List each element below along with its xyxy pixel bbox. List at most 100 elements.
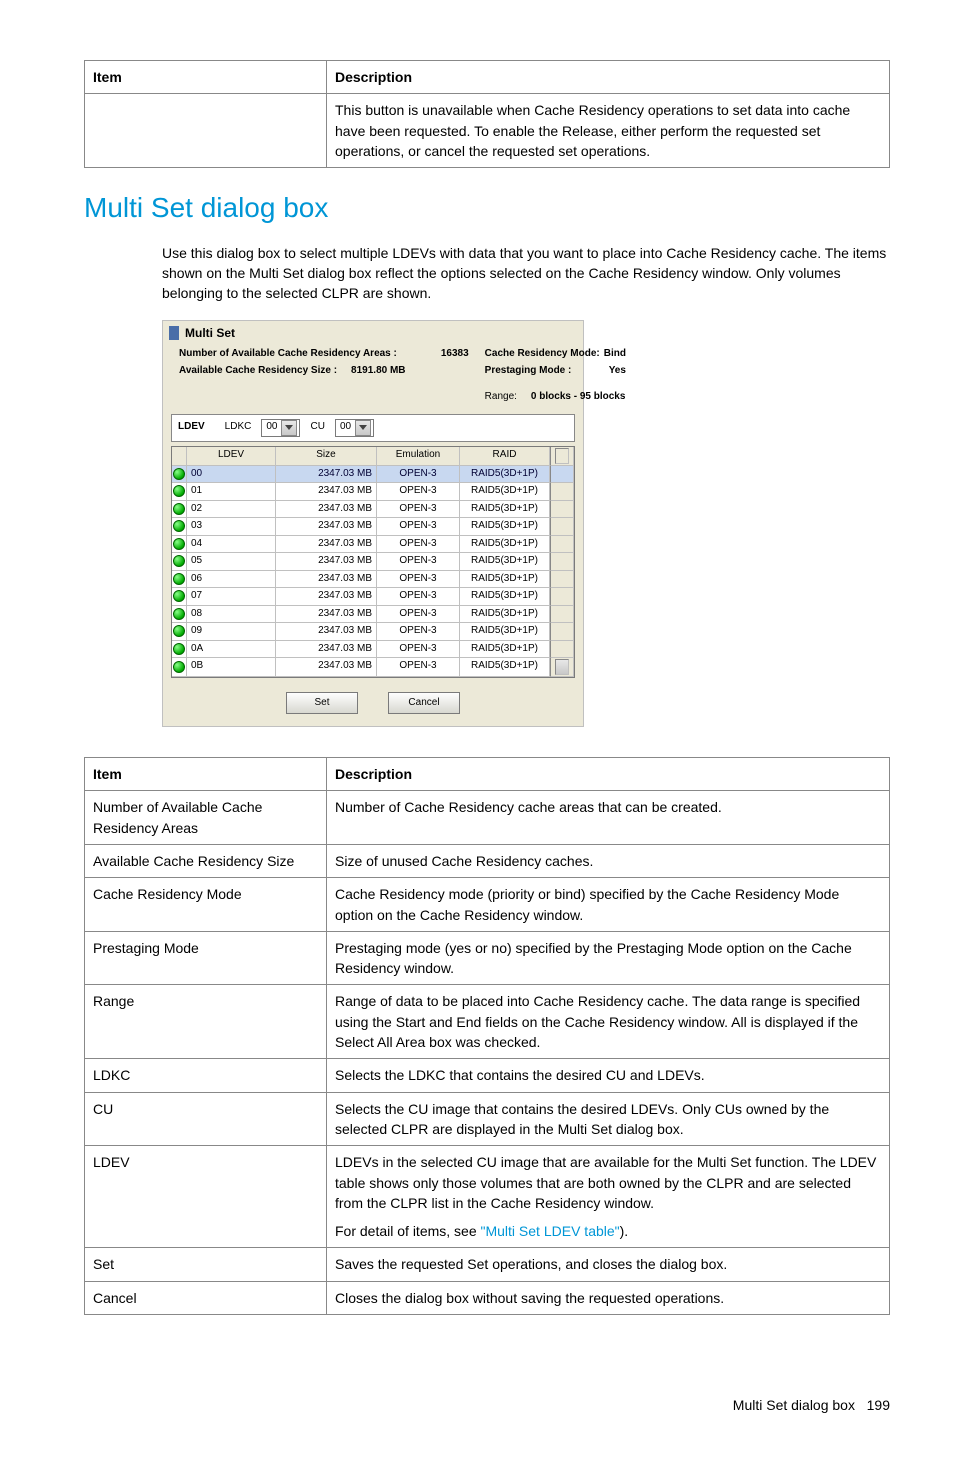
cell-ldev: 05 — [187, 553, 276, 571]
cell-emulation: OPEN-3 — [377, 501, 460, 519]
table-row[interactable]: 0A2347.03 MBOPEN-3RAID5(3D+1P) — [172, 641, 574, 659]
table-row[interactable]: 0B2347.03 MBOPEN-3RAID5(3D+1P) — [172, 658, 574, 677]
cell-raid: RAID5(3D+1P) — [460, 518, 550, 536]
col-size[interactable]: Size — [276, 447, 377, 466]
table-row[interactable]: 052347.03 MBOPEN-3RAID5(3D+1P) — [172, 553, 574, 571]
desc-cell: Prestaging mode (yes or no) specified by… — [327, 931, 890, 985]
th-desc: Description — [327, 61, 890, 94]
table-row[interactable]: 072347.03 MBOPEN-3RAID5(3D+1P) — [172, 588, 574, 606]
cancel-button[interactable]: Cancel — [388, 692, 460, 714]
table-row: LDKCSelects the LDKC that contains the d… — [85, 1059, 890, 1092]
cell-ldev: 0A — [187, 641, 276, 659]
ldev-selector-bar: LDEV LDKC 00 CU 00 — [171, 414, 575, 442]
prestage-label: Prestaging Mode : — [485, 364, 572, 379]
num-areas-label: Number of Available Cache Residency Area… — [179, 347, 397, 362]
table-row[interactable]: 012347.03 MBOPEN-3RAID5(3D+1P) — [172, 483, 574, 501]
mode-value: Bind — [604, 347, 626, 362]
cell-emulation: OPEN-3 — [377, 588, 460, 606]
cell-emulation: OPEN-3 — [377, 606, 460, 624]
footer-text: Multi Set dialog box — [733, 1397, 855, 1413]
desc-cell: Selects the LDKC that contains the desir… — [327, 1059, 890, 1092]
volume-icon — [173, 503, 185, 515]
scroll-up-icon[interactable] — [555, 448, 569, 464]
dialog-title-bar: Multi Set — [163, 321, 583, 346]
ldkc-value: 00 — [266, 420, 277, 435]
cell-emulation: OPEN-3 — [377, 518, 460, 536]
set-button[interactable]: Set — [286, 692, 358, 714]
table-row: CancelCloses the dialog box without savi… — [85, 1281, 890, 1314]
intro-paragraph: Use this dialog box to select multiple L… — [162, 243, 890, 304]
volume-icon — [173, 590, 185, 602]
desc-cell: Selects the CU image that contains the d… — [327, 1092, 890, 1146]
table-row[interactable]: 002347.03 MBOPEN-3RAID5(3D+1P) — [172, 466, 574, 484]
cell-ldev: 0B — [187, 658, 276, 677]
item-cell: Number of Available Cache Residency Area… — [85, 791, 327, 845]
th-desc: Description — [327, 758, 890, 791]
cell-ldev: 04 — [187, 536, 276, 554]
cell-raid: RAID5(3D+1P) — [460, 588, 550, 606]
page-heading: Multi Set dialog box — [84, 188, 890, 229]
cell-size: 2347.03 MB — [276, 571, 377, 589]
cell-raid: RAID5(3D+1P) — [460, 571, 550, 589]
multi-set-ldev-table-link[interactable]: "Multi Set LDEV table" — [481, 1223, 620, 1239]
desc-cell: Size of unused Cache Residency caches. — [327, 844, 890, 877]
volume-icon — [173, 661, 185, 673]
table-row[interactable]: 082347.03 MBOPEN-3RAID5(3D+1P) — [172, 606, 574, 624]
table-row[interactable]: 042347.03 MBOPEN-3RAID5(3D+1P) — [172, 536, 574, 554]
cell-ldev: 00 — [187, 466, 276, 484]
volume-icon — [173, 538, 185, 550]
cell-size: 2347.03 MB — [276, 483, 377, 501]
ldev-label: LDEV — [178, 420, 205, 435]
volume-icon — [173, 485, 185, 497]
description-table: Item Description Number of Available Cac… — [84, 757, 890, 1315]
col-raid[interactable]: RAID — [460, 447, 550, 466]
cell-size: 2347.03 MB — [276, 553, 377, 571]
cell-ldev: 06 — [187, 571, 276, 589]
item-cell: CU — [85, 1092, 327, 1146]
table-row: Cache Residency ModeCache Residency mode… — [85, 878, 890, 932]
ldkc-dropdown[interactable]: 00 — [261, 419, 300, 437]
cell-raid: RAID5(3D+1P) — [460, 658, 550, 677]
table-row[interactable]: 062347.03 MBOPEN-3RAID5(3D+1P) — [172, 571, 574, 589]
cell-ldev: 03 — [187, 518, 276, 536]
cell-emulation: OPEN-3 — [377, 536, 460, 554]
cell-size: 2347.03 MB — [276, 466, 377, 484]
col-emulation[interactable]: Emulation — [377, 447, 460, 466]
page-footer: Multi Set dialog box 199 — [84, 1395, 890, 1415]
footer-page: 199 — [867, 1397, 890, 1413]
cell-emulation: OPEN-3 — [377, 623, 460, 641]
scroll-down-icon[interactable] — [555, 659, 569, 675]
table-row: CUSelects the CU image that contains the… — [85, 1092, 890, 1146]
desc-cell: Number of Cache Residency cache areas th… — [327, 791, 890, 845]
item-cell: Set — [85, 1248, 327, 1281]
title-icon — [169, 326, 179, 340]
item-cell: Range — [85, 985, 327, 1059]
cell-raid: RAID5(3D+1P) — [460, 501, 550, 519]
table-row: Available Cache Residency SizeSize of un… — [85, 844, 890, 877]
table-row[interactable]: 022347.03 MBOPEN-3RAID5(3D+1P) — [172, 501, 574, 519]
desc-cell: LDEVs in the selected CU image that are … — [327, 1146, 890, 1248]
cu-dropdown[interactable]: 00 — [335, 419, 374, 437]
desc-cell: Closes the dialog box without saving the… — [327, 1281, 890, 1314]
cell-raid: RAID5(3D+1P) — [460, 641, 550, 659]
mode-label: Cache Residency Mode: — [485, 347, 600, 362]
range-label: Range: — [485, 390, 517, 405]
table-row[interactable]: 032347.03 MBOPEN-3RAID5(3D+1P) — [172, 518, 574, 536]
cell-ldev: 01 — [187, 483, 276, 501]
top-item-cell — [85, 94, 327, 168]
cell-size: 2347.03 MB — [276, 588, 377, 606]
cell-ldev: 02 — [187, 501, 276, 519]
item-cell: LDEV — [85, 1146, 327, 1248]
cell-emulation: OPEN-3 — [377, 466, 460, 484]
table-row[interactable]: 092347.03 MBOPEN-3RAID5(3D+1P) — [172, 623, 574, 641]
cell-ldev: 08 — [187, 606, 276, 624]
cu-label: CU — [310, 420, 324, 435]
col-ldev[interactable]: LDEV — [187, 447, 276, 466]
grid-header-row: LDEV Size Emulation RAID — [172, 447, 574, 466]
cell-size: 2347.03 MB — [276, 501, 377, 519]
desc-cell: Range of data to be placed into Cache Re… — [327, 985, 890, 1059]
prestage-value: Yes — [609, 364, 626, 379]
cell-size: 2347.03 MB — [276, 623, 377, 641]
item-cell: Cancel — [85, 1281, 327, 1314]
cell-emulation: OPEN-3 — [377, 641, 460, 659]
